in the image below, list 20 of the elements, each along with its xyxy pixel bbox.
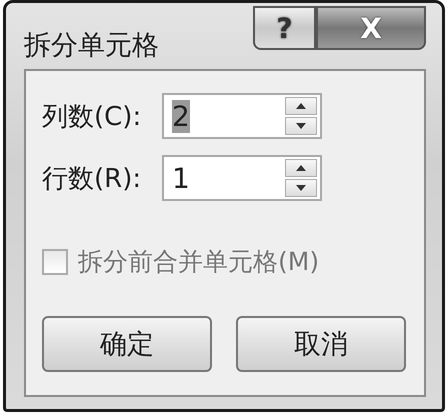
cancel-button[interactable]: 取消 [236,316,406,372]
decrement-button[interactable] [285,179,317,197]
help-button[interactable]: ? [253,6,316,50]
spinner-value: 1 [172,162,190,194]
increment-button[interactable] [285,97,317,115]
increment-button[interactable] [285,159,317,177]
field-label: 列数(C): [42,100,142,134]
field-label: 行数(R): [42,162,142,196]
number-spinner[interactable]: 1 [162,155,322,201]
checkbox-label: 拆分前合并单元格(M) [78,246,320,278]
ok-button[interactable]: 确定 [42,316,212,372]
number-spinner[interactable]: 2 [162,93,322,139]
decrement-button[interactable] [285,117,317,135]
down-arrow-icon [296,123,306,129]
spinner-value: 2 [172,100,190,132]
up-arrow-icon [296,103,306,109]
down-arrow-icon [296,185,306,191]
up-arrow-icon [296,165,306,171]
window-title: 拆分单元格 [24,29,159,63]
close-button[interactable]: X [316,6,426,50]
